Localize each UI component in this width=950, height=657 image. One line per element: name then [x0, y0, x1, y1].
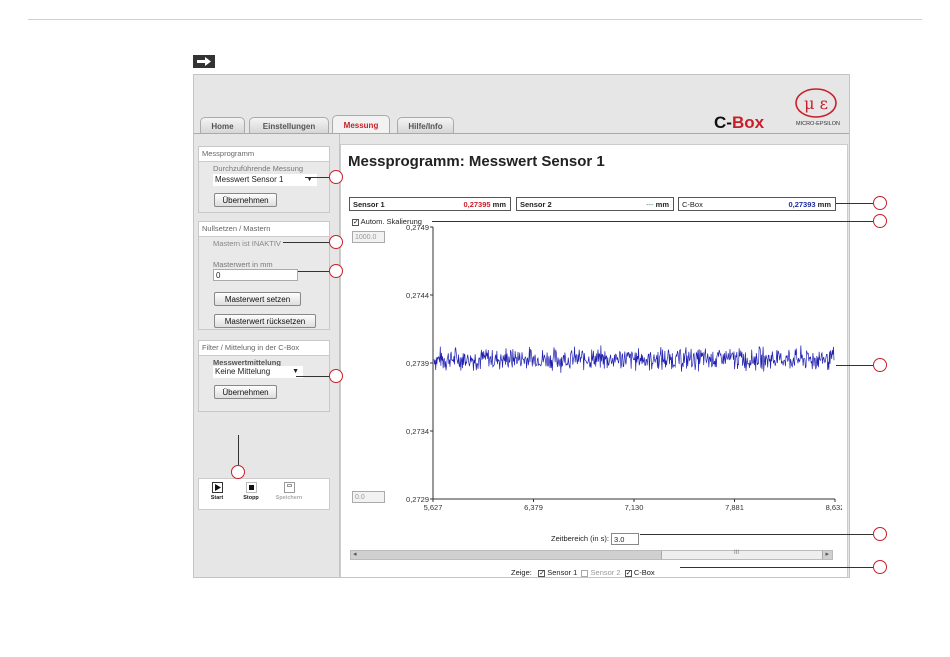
callout-circle: [873, 527, 887, 541]
tab-home[interactable]: Home: [200, 117, 245, 134]
callout-line: [283, 242, 329, 243]
app-window: Home Einstellungen Messung Hilfe/Info C-…: [193, 74, 850, 578]
set-master-button[interactable]: Masterwert setzen: [214, 292, 301, 306]
tab-messung[interactable]: Messung: [332, 115, 390, 134]
callout-line: [305, 177, 329, 178]
sidebar: Messprogramm Durchzuführende Messung Mes…: [194, 134, 340, 577]
scroll-left-icon[interactable]: ◂: [353, 550, 357, 558]
readout-c-box: C-Box 0,27393 mm: [678, 197, 836, 211]
apply-measurement-button[interactable]: Übernehmen: [214, 193, 277, 207]
top-rule: [28, 19, 922, 20]
callout-line: [836, 365, 873, 366]
chevron-down-icon: ▼: [306, 176, 313, 183]
callout-circle: [329, 264, 343, 278]
callout-line: [298, 271, 329, 272]
series-line-c-box: [433, 345, 835, 373]
callout-circle: [873, 196, 887, 210]
callout-line: [238, 435, 239, 465]
panel-mastern: Nullsetzen / Mastern Mastern ist INAKTIV…: [198, 221, 330, 330]
time-range-label: Zeitbereich (in s):: [551, 533, 609, 543]
callout-circle: [873, 358, 887, 372]
y-min-input[interactable]: 0.0: [352, 491, 385, 503]
tab-einstellungen[interactable]: Einstellungen: [249, 117, 329, 134]
x-tick-label: 7,881: [725, 503, 744, 512]
y-tick-label: 0,2744: [406, 291, 429, 300]
measurement-select[interactable]: Messwert Sensor 1 ▼: [213, 174, 317, 186]
callout-line: [432, 221, 873, 222]
x-tick-label: 6,379: [524, 503, 543, 512]
scroll-thumb[interactable]: III: [661, 550, 823, 559]
y-tick-label: 0,2749: [406, 223, 429, 232]
save-icon: [283, 482, 295, 493]
callout-circle: [873, 560, 887, 574]
page-title: Messprogramm: Messwert Sensor 1: [348, 153, 605, 170]
y-tick-label: 0,2734: [406, 427, 429, 436]
x-tick-label: 8,632: [826, 503, 842, 512]
callout-circle: [231, 465, 245, 479]
y-tick-label: 0,2739: [406, 359, 429, 368]
measurement-chart: 0,27490,27440,27390,27340,27295,627 6,379…: [406, 223, 842, 512]
panel-messprogramm: Messprogramm Durchzuführende Messung Mes…: [198, 146, 330, 213]
panel-title: Nullsetzen / Mastern: [199, 222, 329, 237]
callout-line: [296, 376, 329, 377]
panel-title: Filter / Mittelung in der C-Box: [199, 341, 329, 356]
callout-circle: [329, 170, 343, 184]
callout-circle: [329, 369, 343, 383]
x-tick-label: 7,130: [625, 503, 644, 512]
brand-name: C-Box: [714, 113, 765, 132]
chart-scrollbar[interactable]: ◂ III ▸: [350, 550, 833, 560]
measurement-label: Durchzuführende Messung: [213, 164, 304, 173]
arrow-right-icon: [193, 55, 215, 68]
averaging-select[interactable]: Keine Mittelung ▼: [213, 366, 303, 378]
master-value-input[interactable]: 0: [213, 269, 298, 281]
start-button[interactable]: Start: [203, 482, 231, 501]
time-range-control: Zeitbereich (in s): 3.0: [551, 533, 640, 545]
master-value-label: Masterwert in mm: [213, 260, 273, 269]
stop-button[interactable]: Stopp: [237, 482, 265, 501]
logo-mark: μ ε: [804, 94, 828, 113]
readout-sensor-2: Sensor 2 --- mm: [516, 197, 674, 211]
mastern-status: Mastern ist INAKTIV: [213, 239, 281, 248]
callout-line: [680, 567, 873, 568]
save-button[interactable]: Speichern: [275, 482, 303, 501]
callout-circle: [329, 235, 343, 249]
panel-title: Messprogramm: [199, 147, 329, 162]
x-tick-label: 5,627: [424, 503, 443, 512]
readout-sensor-1: Sensor 1 0,27395 mm: [349, 197, 511, 211]
callout-line: [836, 203, 873, 204]
callout-line: [640, 534, 873, 535]
show-c-box-checkbox[interactable]: ✓ C-Box: [624, 568, 655, 577]
reset-master-button[interactable]: Masterwert rücksetzen: [214, 314, 316, 328]
micro-epsilon-logo: μ ε MICRO-EPSILON: [784, 83, 849, 133]
show-sensor-1-checkbox[interactable]: ✓ Sensor 1: [538, 568, 577, 577]
scroll-right-icon[interactable]: ▸: [825, 550, 829, 558]
checkbox-checked-icon: ✓: [352, 218, 359, 226]
show-label: Zeige:: [511, 568, 532, 577]
show-series-controls: Zeige: ✓ Sensor 1 Sensor 2 ✓ C-Box: [511, 568, 655, 577]
stop-icon: [245, 482, 257, 493]
tab-hilfe-info[interactable]: Hilfe/Info: [397, 117, 454, 134]
show-sensor-2-checkbox[interactable]: Sensor 2: [581, 568, 621, 577]
main-panel: Messprogramm: Messwert Sensor 1 Sensor 1…: [340, 144, 848, 577]
time-range-input[interactable]: 3.0: [611, 533, 640, 545]
y-max-input[interactable]: 1000.0: [352, 231, 385, 243]
logo-text: MICRO-EPSILON: [796, 121, 840, 127]
callout-circle: [873, 214, 887, 228]
toolbar: Start Stopp Speichern: [198, 478, 330, 510]
apply-averaging-button[interactable]: Übernehmen: [214, 385, 277, 399]
play-icon: [211, 482, 223, 493]
